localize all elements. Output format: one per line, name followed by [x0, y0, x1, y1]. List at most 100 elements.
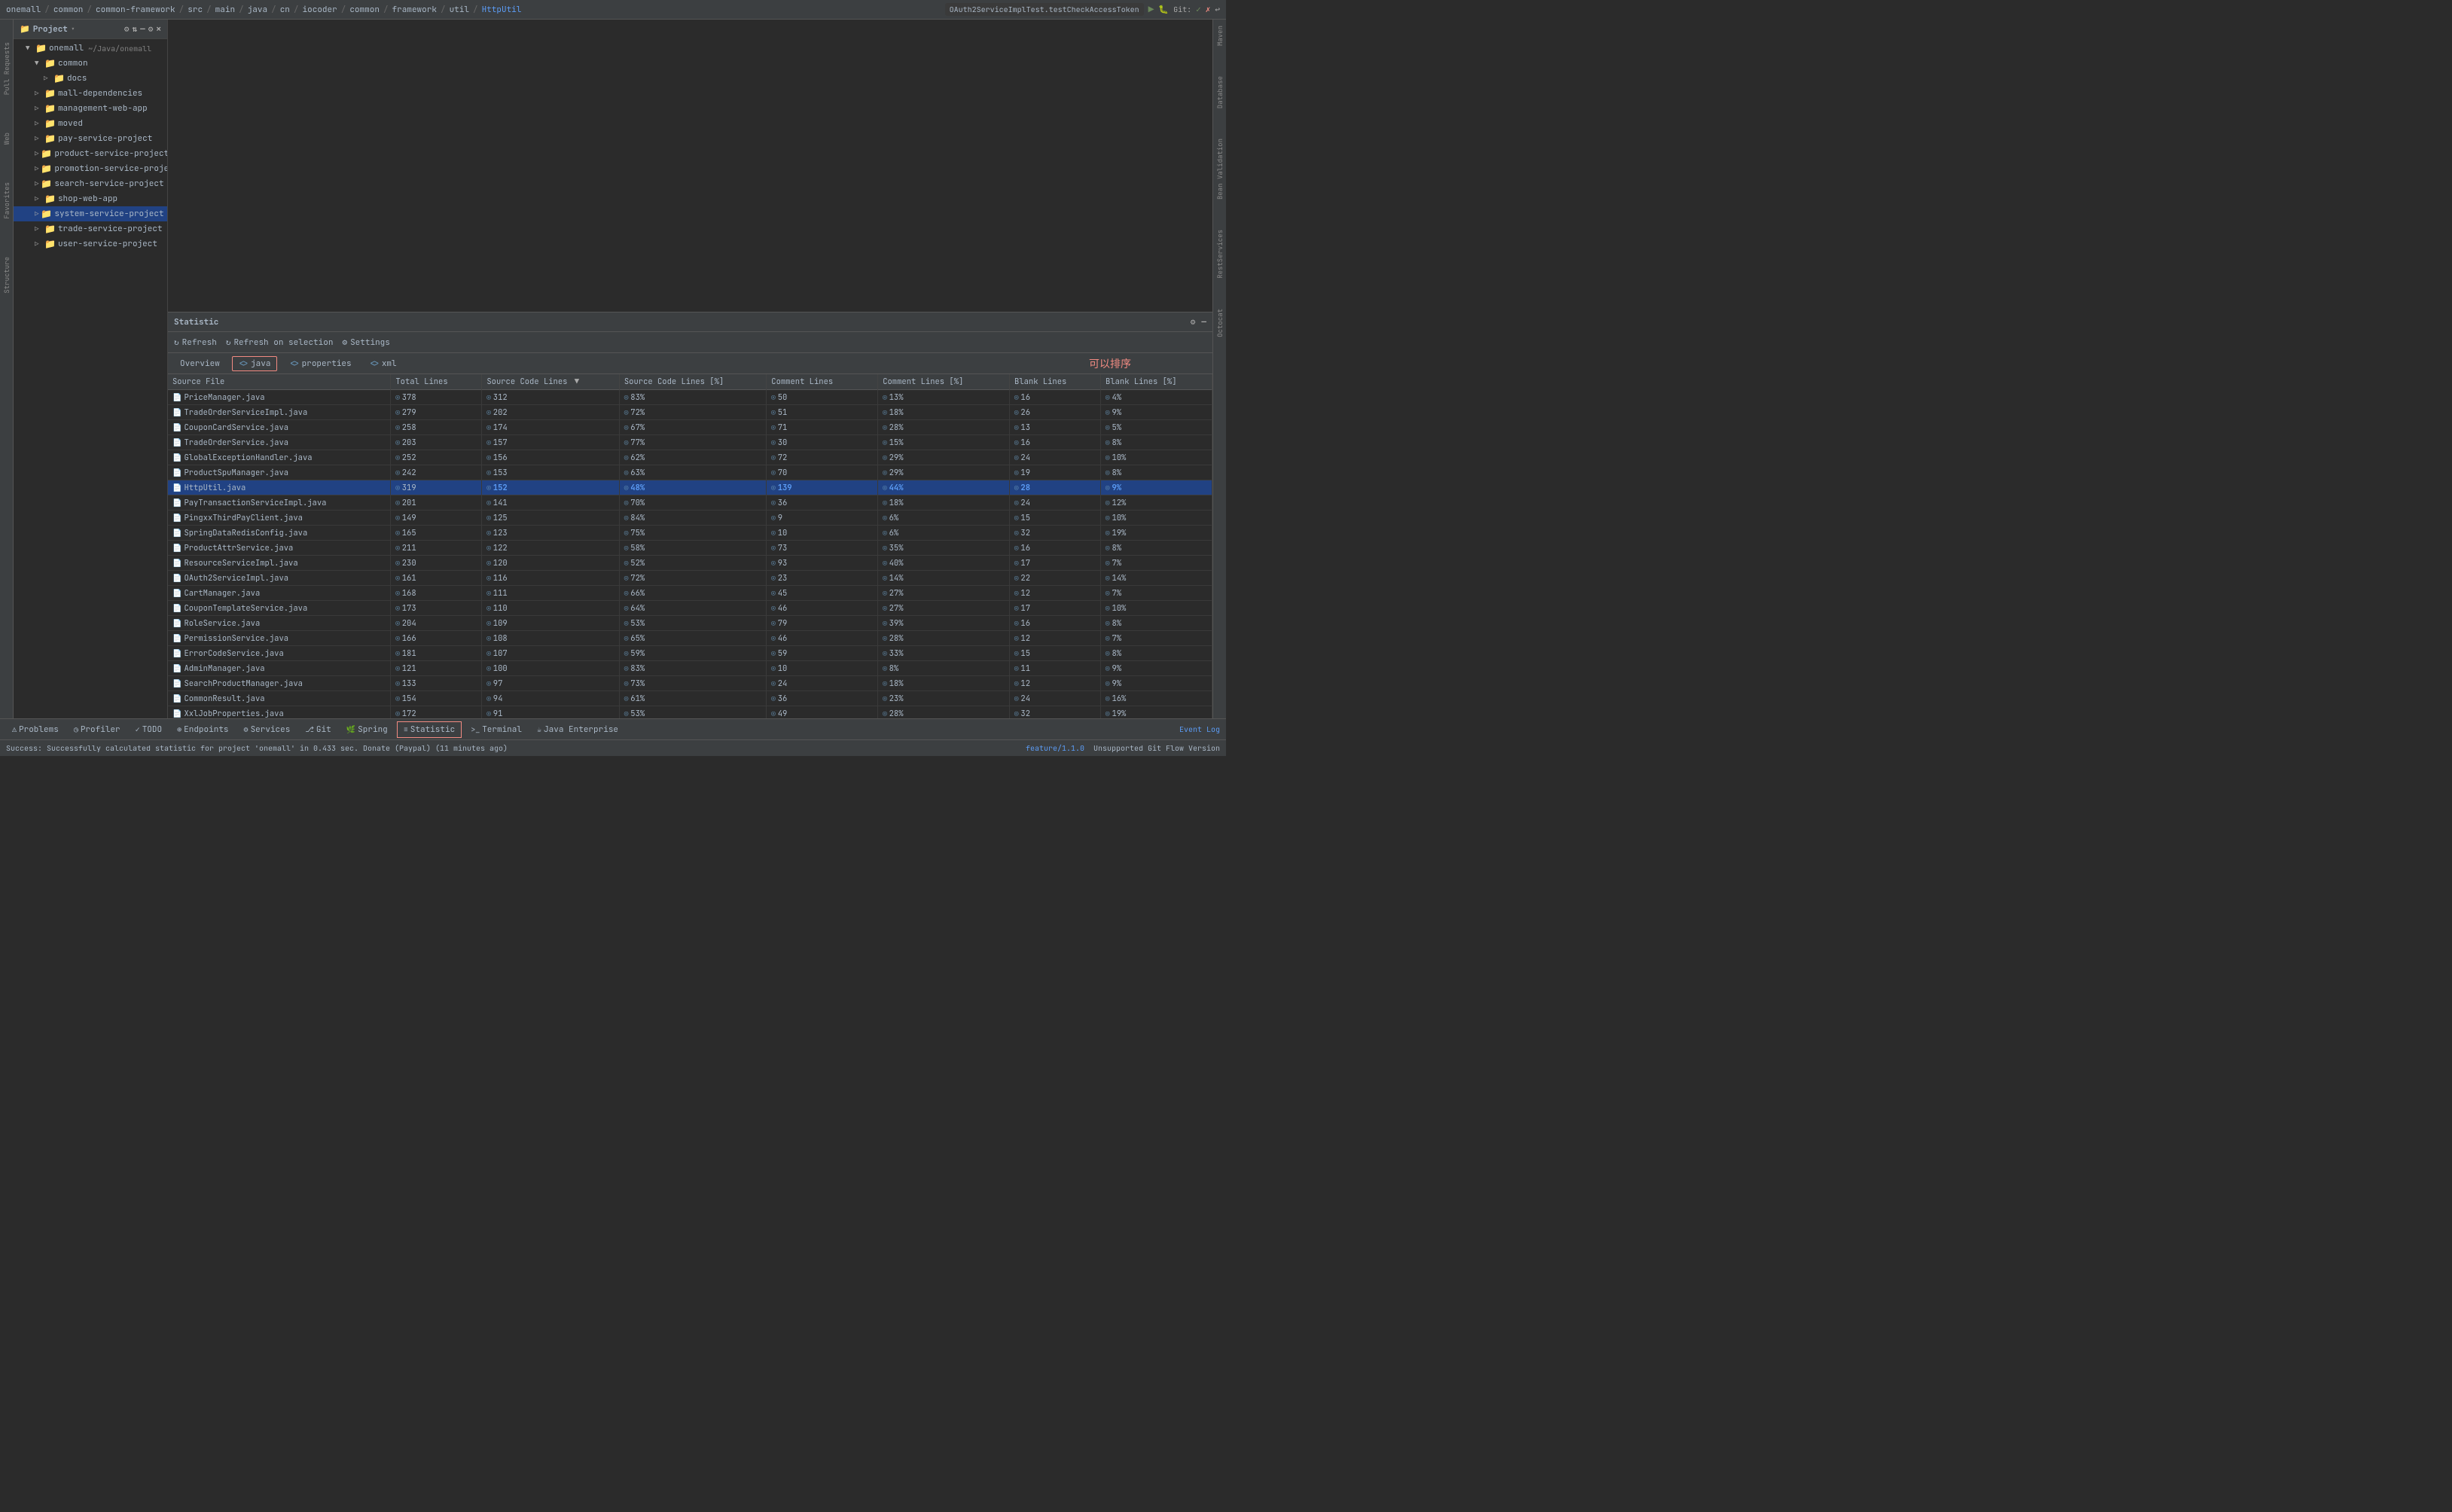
table-row[interactable]: 📄ProductAttrService.java ◎ 211 ◎ 122 ◎ 5… — [168, 541, 1212, 556]
right-panel-bean-validation[interactable]: Bean Validation — [1215, 139, 1224, 200]
tab-git[interactable]: ⎇ Git — [299, 722, 337, 737]
tree-item-system-service[interactable]: ▷ 📁 system-service-project — [14, 206, 167, 221]
tab-todo[interactable]: ✓ TODO — [130, 722, 168, 737]
run-button[interactable]: ▶ — [1148, 3, 1154, 16]
sidebar-expand-icon[interactable]: ⇅ — [133, 24, 138, 35]
tree-item-onemall[interactable]: ▼ 📁 onemall ~/Java/onemall — [14, 41, 167, 56]
sidebar-gear-icon[interactable]: ⚙ — [148, 24, 154, 35]
tree-item-search-service[interactable]: ▷ 📁 search-service-project — [14, 176, 167, 191]
table-row[interactable]: 📄CouponCardService.java ◎ 258 ◎ 174 ◎ 67… — [168, 420, 1212, 435]
breadcrumb-src[interactable]: src — [188, 5, 203, 15]
branch-name[interactable]: feature/1.1.0 — [1026, 743, 1084, 753]
breadcrumb-util[interactable]: util — [450, 5, 469, 15]
col-comment-pct[interactable]: Comment Lines [%] — [878, 374, 1010, 390]
breadcrumb-common-framework[interactable]: common-framework — [96, 5, 175, 15]
tab-terminal[interactable]: >_ Terminal — [465, 722, 528, 737]
left-panel-web[interactable]: Web — [2, 133, 11, 145]
cell-src-pct: ◎ 62% — [619, 450, 766, 465]
col-blank-lines[interactable]: Blank Lines — [1010, 374, 1101, 390]
tree-item-management-web-app[interactable]: ▷ 📁 management-web-app — [14, 101, 167, 116]
tree-item-moved[interactable]: ▷ 📁 moved — [14, 116, 167, 131]
statistic-minimize-icon[interactable]: — — [1201, 317, 1206, 328]
tree-item-trade-service[interactable]: ▷ 📁 trade-service-project — [14, 221, 167, 236]
left-panel-favorites[interactable]: Favorites — [2, 182, 11, 219]
table-row[interactable]: 📄ProductSpuManager.java ◎ 242 ◎ 153 ◎ 63… — [168, 465, 1212, 480]
breadcrumb-common[interactable]: common — [53, 5, 84, 15]
right-panel-rest-services[interactable]: RestServices — [1215, 230, 1224, 279]
breadcrumb-iocoder[interactable]: iocoder — [303, 5, 337, 15]
tree-item-pay-service[interactable]: ▷ 📁 pay-service-project — [14, 131, 167, 146]
run-config-dropdown[interactable]: OAuth2ServiceImplTest.testCheckAccessTok… — [945, 3, 1144, 16]
settings-button[interactable]: ⚙ Settings — [342, 337, 389, 348]
file-icon: 📄 — [172, 453, 181, 462]
tree-item-user-service[interactable]: ▷ 📁 user-service-project — [14, 236, 167, 251]
table-row[interactable]: 📄AdminManager.java ◎ 121 ◎ 100 ◎ 83% — [168, 661, 1212, 676]
tab-endpoints[interactable]: ⊕ Endpoints — [171, 722, 234, 737]
event-log-link[interactable]: Event Log — [1179, 724, 1220, 734]
col-total-lines[interactable]: Total Lines — [391, 374, 482, 390]
breadcrumb-httputil[interactable]: HttpUtil — [482, 5, 522, 15]
table-row[interactable]: 📄PayTransactionServiceImpl.java ◎ 201 ◎ … — [168, 495, 1212, 511]
breadcrumb-main[interactable]: main — [215, 5, 235, 15]
sidebar-collapse-icon[interactable]: — — [140, 24, 145, 35]
tree-item-common[interactable]: ▼ 📁 common — [14, 56, 167, 71]
tab-java[interactable]: <> java — [232, 356, 278, 371]
tab-overview[interactable]: Overview — [174, 357, 226, 370]
table-row[interactable]: 📄PermissionService.java ◎ 166 ◎ 108 ◎ 65… — [168, 631, 1212, 646]
tree-item-product-service[interactable]: ▷ 📁 product-service-project — [14, 146, 167, 161]
refresh-button[interactable]: ↻ Refresh — [174, 337, 217, 348]
table-row[interactable]: 📄PingxxThirdPayClient.java ◎ 149 ◎ 125 ◎… — [168, 511, 1212, 526]
table-row[interactable]: 📄HttpUtil.java ◎ 319 ◎ 152 ◎ 48% — [168, 480, 1212, 495]
col-source-code-pct[interactable]: Source Code Lines [%] — [619, 374, 766, 390]
table-row[interactable]: 📄TradeOrderServiceImpl.java ◎ 279 ◎ 202 … — [168, 405, 1212, 420]
table-row[interactable]: 📄XxlJobProperties.java ◎ 172 ◎ 91 ◎ 53% — [168, 706, 1212, 719]
tab-problems[interactable]: ⚠ Problems — [6, 722, 65, 737]
debug-button[interactable]: 🐛 — [1158, 5, 1169, 15]
col-source-code-lines[interactable]: Source Code Lines ▼ — [482, 374, 620, 390]
breadcrumb-java[interactable]: java — [248, 5, 267, 15]
table-row[interactable]: 📄CartManager.java ◎ 168 ◎ 111 ◎ 66% — [168, 586, 1212, 601]
table-row[interactable]: 📄GlobalExceptionHandler.java ◎ 252 ◎ 156… — [168, 450, 1212, 465]
sidebar-settings-icon[interactable]: ⚙ — [124, 24, 130, 35]
breadcrumb-framework[interactable]: framework — [392, 5, 437, 15]
table-row[interactable]: 📄CouponTemplateService.java ◎ 173 ◎ 110 … — [168, 601, 1212, 616]
tab-services[interactable]: ⚙ Services — [238, 722, 297, 737]
data-table-wrapper[interactable]: Source File Total Lines Source Code Line… — [168, 374, 1212, 718]
right-panel-maven[interactable]: Maven — [1215, 26, 1224, 46]
table-row[interactable]: 📄CommonResult.java ◎ 154 ◎ 94 ◎ 61% — [168, 691, 1212, 706]
git-checkmark[interactable]: ✓ — [1196, 5, 1201, 15]
table-row[interactable]: 📄ErrorCodeService.java ◎ 181 ◎ 107 ◎ 59% — [168, 646, 1212, 661]
col-source-file[interactable]: Source File — [168, 374, 391, 390]
table-row[interactable]: 📄OAuth2ServiceImpl.java ◎ 161 ◎ 116 ◎ 72… — [168, 571, 1212, 586]
git-cross[interactable]: ✗ — [1206, 5, 1211, 15]
tree-item-mall-dependencies[interactable]: ▷ 📁 mall-dependencies — [14, 86, 167, 101]
col-blank-pct[interactable]: Blank Lines [%] — [1101, 374, 1212, 390]
undo-button[interactable]: ↩ — [1215, 5, 1220, 15]
left-panel-structure[interactable]: Structure — [2, 257, 11, 294]
tab-profiler[interactable]: ◷ Profiler — [68, 722, 127, 737]
tree-item-promotion-service[interactable]: ▷ 📁 promotion-service-project — [14, 161, 167, 176]
sidebar-close-icon[interactable]: ✕ — [156, 24, 161, 35]
tab-spring[interactable]: 🌿 Spring — [340, 722, 394, 737]
tab-java-enterprise[interactable]: ☕ Java Enterprise — [531, 722, 624, 737]
breadcrumb-onemall[interactable]: onemall — [6, 5, 41, 15]
table-row[interactable]: 📄SearchProductManager.java ◎ 133 ◎ 97 ◎ … — [168, 676, 1212, 691]
right-panel-octocat[interactable]: Octocat — [1215, 309, 1224, 337]
breadcrumb-cn[interactable]: cn — [280, 5, 290, 15]
table-row[interactable]: 📄TradeOrderService.java ◎ 203 ◎ 157 ◎ 77… — [168, 435, 1212, 450]
tab-xml[interactable]: <> xml — [364, 357, 403, 370]
breadcrumb-common2[interactable]: common — [349, 5, 380, 15]
table-row[interactable]: 📄SpringDataRedisConfig.java ◎ 165 ◎ 123 … — [168, 526, 1212, 541]
col-comment-lines[interactable]: Comment Lines — [767, 374, 878, 390]
right-panel-database[interactable]: Database — [1215, 76, 1224, 108]
tree-item-shop-web[interactable]: ▷ 📁 shop-web-app — [14, 191, 167, 206]
refresh-selection-button[interactable]: ↻ Refresh on selection — [226, 337, 334, 348]
tab-properties[interactable]: <> properties — [283, 357, 357, 370]
statistic-settings-icon[interactable]: ⚙ — [1191, 317, 1196, 328]
tab-statistic[interactable]: ≡ Statistic — [397, 721, 462, 738]
left-panel-pull-requests[interactable]: Pull Requests — [2, 42, 11, 95]
table-row[interactable]: 📄PriceManager.java ◎ 378 ◎ 312 ◎ 83% — [168, 390, 1212, 405]
table-row[interactable]: 📄ResourceServiceImpl.java ◎ 230 ◎ 120 ◎ … — [168, 556, 1212, 571]
table-row[interactable]: 📄RoleService.java ◎ 204 ◎ 109 ◎ 53% — [168, 616, 1212, 631]
tree-item-docs[interactable]: ▷ 📁 docs — [14, 71, 167, 86]
